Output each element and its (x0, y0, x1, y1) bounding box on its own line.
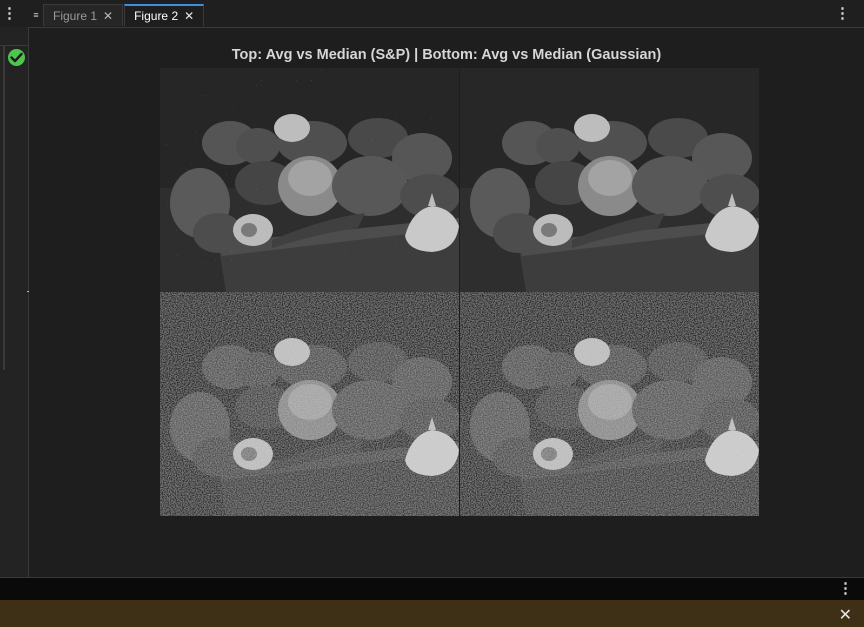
matlab-figure-window: ⋮ ≡ Figure 1 ✕ Figure 2 ✕ ⋮ Top: Avg vs … (0, 0, 864, 627)
notification-bar: ✕ (0, 600, 864, 627)
bottom-panel-menu-icon[interactable]: ⋮ (838, 581, 853, 596)
figure-title: Top: Avg vs Median (S&P) | Bottom: Avg v… (231, 47, 662, 63)
bottom-panel-bar (0, 577, 864, 601)
check-circle-icon (8, 49, 25, 66)
tab-label: Figure 1 (53, 8, 98, 23)
figure-tabs: ≡ Figure 1 ✕ Figure 2 ✕ (29, 4, 205, 27)
left-sidebar (0, 27, 29, 577)
close-icon[interactable]: ✕ (103, 10, 113, 22)
figure-canvas[interactable]: Top: Avg vs Median (S&P) | Bottom: Avg v… (29, 28, 864, 577)
tab-label: Figure 2 (134, 9, 179, 23)
left-panel-menu-icon[interactable]: ⋮ (2, 6, 17, 21)
image-median-filtered-gaussian-plot (460, 292, 759, 516)
close-icon[interactable]: ✕ (184, 10, 194, 22)
image-avg-filtered-saltpepper[interactable] (160, 68, 459, 292)
image-avg-filtered-gaussian[interactable] (160, 292, 459, 516)
tab-figure-1[interactable]: Figure 1 ✕ (43, 4, 124, 26)
image-median-filtered-saltpepper[interactable] (460, 68, 759, 292)
figure-menu-icon[interactable]: ⋮ (835, 6, 850, 21)
divider (3, 45, 5, 370)
image-avg-filtered-gaussian-plot (160, 292, 459, 516)
drag-handle-icon[interactable]: ≡ (29, 4, 43, 26)
tab-figure-2[interactable]: Figure 2 ✕ (124, 4, 205, 26)
close-icon[interactable]: ✕ (839, 605, 852, 625)
image-median-filtered-gaussian[interactable] (460, 292, 759, 516)
image-avg-filtered-saltpepper-plot (160, 68, 459, 292)
document-tab-strip: ⋮ ≡ Figure 1 ✕ Figure 2 ✕ ⋮ (0, 0, 864, 28)
image-median-filtered-saltpepper-plot (460, 68, 759, 292)
